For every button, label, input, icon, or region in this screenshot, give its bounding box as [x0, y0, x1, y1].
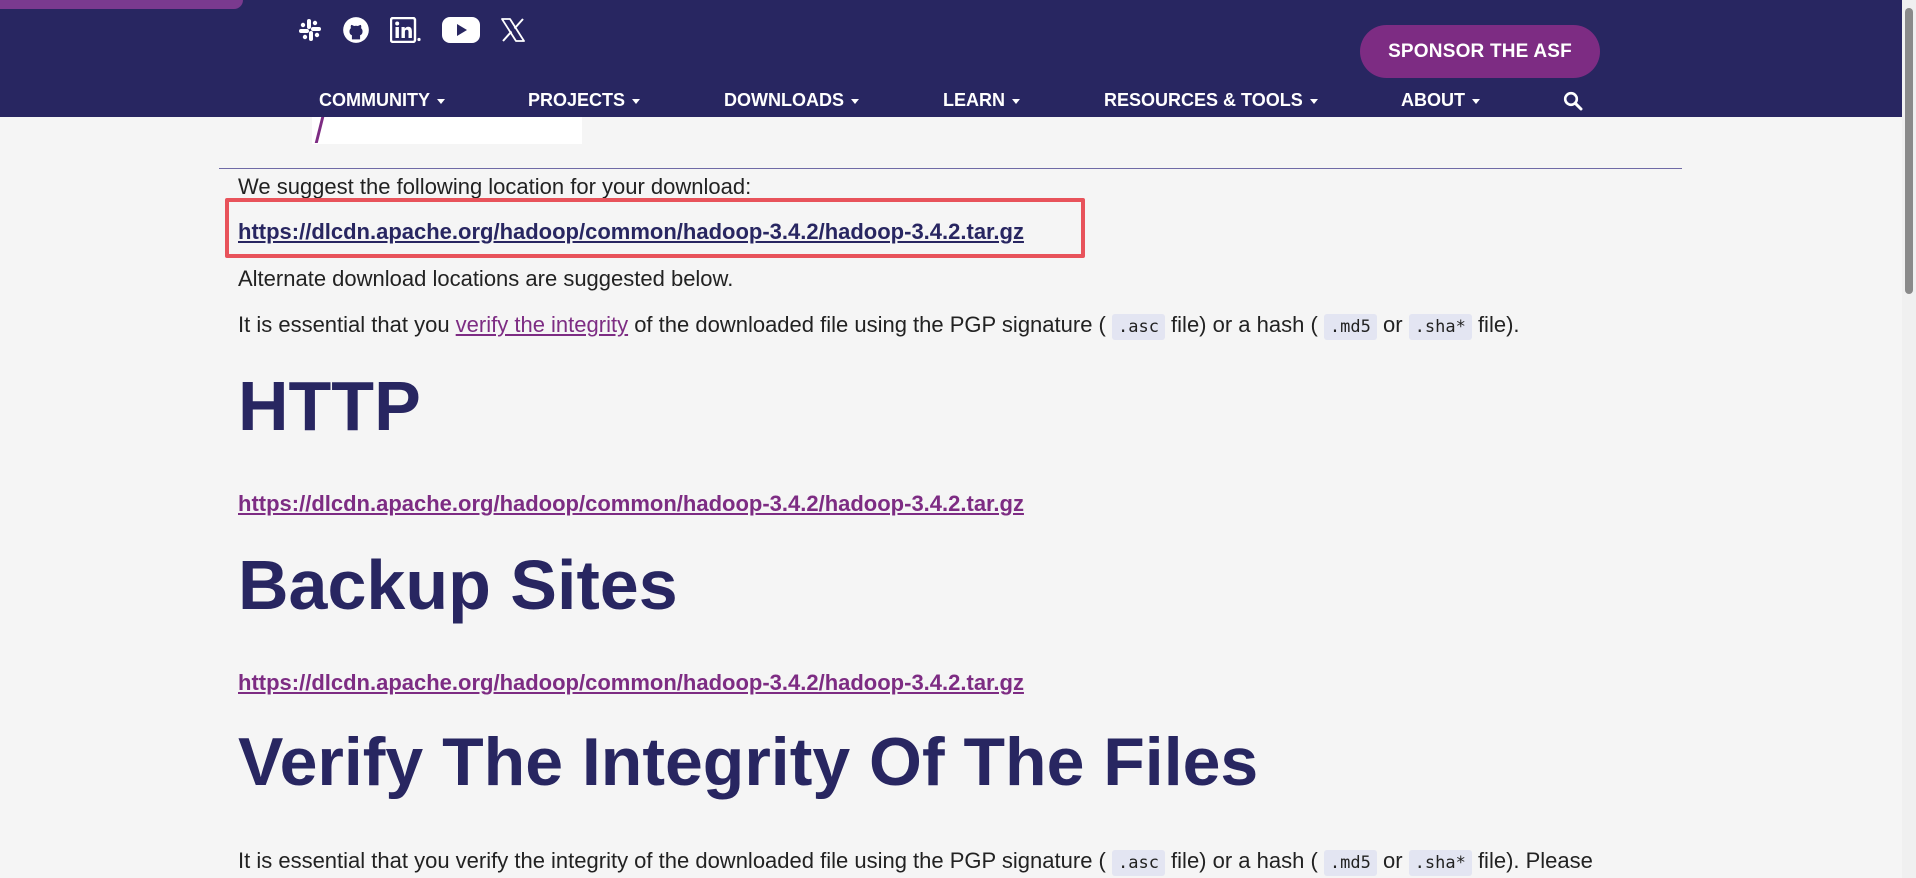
http-download-link[interactable]: https://dlcdn.apache.org/hadoop/common/h…: [238, 491, 1024, 517]
youtube-icon[interactable]: [442, 14, 480, 46]
caret-down-icon: [1309, 99, 1318, 104]
verify-or: or: [1376, 848, 1409, 873]
nav-downloads[interactable]: DOWNLOADS: [724, 90, 859, 111]
alternate-text: Alternate download locations are suggest…: [238, 266, 734, 291]
header-accent-bar: [0, 0, 243, 9]
linkedin-icon[interactable]: [390, 14, 422, 46]
integrity-paragraph: It is essential that you verify the inte…: [238, 312, 1520, 340]
integrity-or: or: [1376, 312, 1409, 337]
slack-icon[interactable]: [298, 14, 322, 46]
nav-learn-label: LEARN: [943, 90, 1005, 110]
nav-projects[interactable]: PROJECTS: [528, 90, 641, 111]
verify-prefix: It is essential that you verify the inte…: [238, 848, 1112, 873]
nav-resources-tools[interactable]: RESOURCES & TOOLS: [1104, 90, 1318, 111]
integrity-middle: of the downloaded file using the PGP sig…: [628, 312, 1112, 337]
asc-code: .asc: [1111, 314, 1165, 340]
verify-sha-code: .sha*: [1408, 850, 1472, 876]
primary-download-link[interactable]: https://dlcdn.apache.org/hadoop/common/h…: [238, 219, 1024, 245]
caret-down-icon: [1472, 99, 1480, 104]
vertical-scrollbar[interactable]: [1902, 0, 1916, 878]
caret-down-icon: [632, 99, 641, 104]
nav-downloads-label: DOWNLOADS: [724, 90, 844, 110]
logo-remnant: [312, 117, 582, 144]
x-icon[interactable]: [500, 14, 526, 46]
caret-down-icon: [1012, 99, 1020, 104]
verify-md5-code: .md5: [1323, 850, 1377, 876]
nav-about[interactable]: ABOUT: [1401, 90, 1480, 111]
scrollbar-thumb[interactable]: [1905, 8, 1913, 294]
social-links: [298, 14, 546, 46]
suggest-text: We suggest the following location for yo…: [238, 174, 752, 199]
integrity-hash-text: file) or a hash (: [1164, 312, 1324, 337]
md5-code: .md5: [1323, 314, 1377, 340]
caret-down-icon: [851, 99, 859, 104]
github-icon[interactable]: [342, 14, 370, 46]
backup-sites-heading: Backup Sites: [238, 546, 678, 624]
nav-about-label: ABOUT: [1401, 90, 1465, 110]
nav-community[interactable]: COMMUNITY: [319, 90, 445, 111]
section-divider: [219, 168, 1682, 169]
backup-download-link[interactable]: https://dlcdn.apache.org/hadoop/common/h…: [238, 670, 1024, 696]
verify-asc-code: .asc: [1111, 850, 1165, 876]
sha-code: .sha*: [1408, 314, 1472, 340]
verify-integrity-link[interactable]: verify the integrity: [456, 312, 628, 337]
integrity-prefix: It is essential that you: [238, 312, 456, 337]
sponsor-button[interactable]: SPONSOR THE ASF: [1360, 25, 1600, 78]
caret-down-icon: [437, 99, 445, 104]
verify-paragraph: It is essential that you verify the inte…: [238, 848, 1593, 876]
search-icon[interactable]: [1563, 91, 1583, 116]
nav-community-label: COMMUNITY: [319, 90, 430, 110]
verify-hash-text: file) or a hash (: [1164, 848, 1324, 873]
site-header: SPONSOR THE ASF COMMUNITY PROJECTS DOWNL…: [0, 0, 1916, 117]
integrity-suffix: file).: [1471, 312, 1520, 337]
nav-resources-tools-label: RESOURCES & TOOLS: [1104, 90, 1303, 110]
http-heading: HTTP: [238, 367, 421, 445]
verify-heading: Verify The Integrity Of The Files: [238, 724, 1259, 800]
nav-projects-label: PROJECTS: [528, 90, 626, 110]
verify-suffix: file). Please: [1471, 848, 1593, 873]
nav-learn[interactable]: LEARN: [943, 90, 1020, 111]
